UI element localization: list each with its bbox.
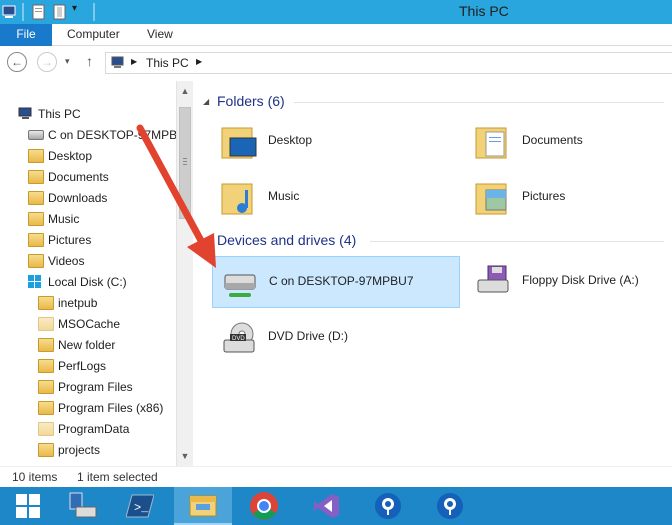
svg-text:>_: >_ [134,501,149,515]
taskbar-file-explorer[interactable] [174,487,232,525]
taskbar-visual-studio[interactable] [298,487,354,525]
pin-app-icon [375,493,401,519]
taskbar-powershell[interactable]: >_ [112,487,168,525]
selection-count: 1 item selected [77,470,158,484]
chrome-icon [250,492,278,520]
file-explorer-icon [189,495,217,517]
taskbar-pinned-app-2[interactable] [422,487,478,525]
status-bar: 10 items 1 item selected [0,466,672,487]
pin-app-icon [437,493,463,519]
annotation-arrow [136,124,216,268]
taskbar-server-manager[interactable] [54,487,110,525]
start-button[interactable] [0,487,56,525]
server-manager-icon [69,492,97,518]
taskbar: >_ [0,487,672,525]
start-icon [16,494,40,518]
taskbar-pinned-app-1[interactable] [360,487,416,525]
taskbar-chrome[interactable] [236,487,292,525]
item-count: 10 items [12,470,58,484]
powershell-icon: >_ [126,494,154,518]
visual-studio-icon [314,494,339,518]
